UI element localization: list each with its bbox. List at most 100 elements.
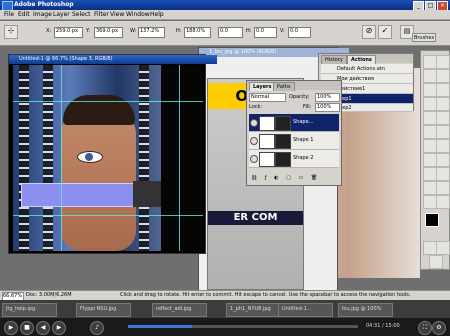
tab-paths[interactable]: Paths: [273, 82, 295, 91]
doc-size[interactable]: Doc: 3.00M/6.26M: [26, 292, 72, 298]
options-bar: ⊹ X: 259.0 px Y: 369.0 px W: 137.2% H: 1…: [0, 21, 450, 46]
menu-select[interactable]: Select: [72, 11, 91, 18]
quick-mask-on-icon[interactable]: [436, 241, 450, 255]
blur-tool-icon[interactable]: [423, 139, 437, 153]
layer-actions-icons[interactable]: ⛓ ƒ ◐ ▢ ▭ 🗑: [251, 175, 320, 181]
layer-name: Shape 2: [293, 155, 314, 161]
film-strip: [19, 65, 29, 251]
h-skew-input[interactable]: 0.0: [254, 27, 277, 38]
y-input[interactable]: 369.0 px: [94, 27, 123, 38]
menu-file[interactable]: File: [4, 11, 14, 18]
v-skew-input[interactable]: 0.0: [288, 27, 311, 38]
cancel-icon[interactable]: ⊘: [362, 25, 376, 39]
next-icon[interactable]: ▶: [52, 321, 66, 335]
guide-line[interactable]: [13, 215, 203, 216]
toolbox: [420, 50, 450, 270]
commit-check-icon[interactable]: ✓: [378, 25, 392, 39]
blend-mode-select[interactable]: Normal: [249, 93, 286, 102]
play-icon[interactable]: ▶: [4, 321, 18, 335]
settings-icon[interactable]: ⚙: [432, 321, 446, 335]
taskbar-item[interactable]: jtg_help.ipg: [2, 303, 57, 317]
gradient-tool-icon[interactable]: [436, 125, 450, 139]
seek-bar[interactable]: [128, 325, 358, 328]
layer-mask-thumbnail: [275, 152, 291, 167]
layer-row-selected[interactable]: Shape...: [249, 114, 339, 132]
action-item[interactable]: Default Actions.atn: [321, 64, 413, 74]
eye-icon[interactable]: [250, 119, 258, 127]
magic-wand-tool-icon[interactable]: [436, 69, 450, 83]
playback-time: 04:31 / 15:00: [366, 323, 400, 329]
layer-thumbnail: [259, 134, 275, 149]
tab-layers[interactable]: Layers: [249, 82, 276, 91]
eye-icon[interactable]: [250, 137, 258, 145]
fullscreen-icon[interactable]: ⛶: [418, 321, 432, 335]
pen-tool-icon[interactable]: [423, 167, 437, 181]
layers-panel: Layers Paths Normal Opacity: 100% Lock: …: [246, 80, 342, 186]
menu-image[interactable]: Image: [33, 11, 52, 18]
h-skew-label: H:: [246, 28, 252, 34]
x-input[interactable]: 259.0 px: [54, 27, 83, 38]
image-canvas[interactable]: [13, 65, 203, 251]
quick-mask-off-icon[interactable]: [423, 241, 437, 255]
menu-filter[interactable]: Filter: [94, 11, 109, 18]
volume-icon[interactable]: ♪: [90, 321, 104, 335]
transform-tool-icon[interactable]: ⊹: [4, 25, 18, 39]
document-window-untitled[interactable]: Untitled-1 @ 66.7% (Shape 3, RGB/8): [8, 54, 217, 254]
taskbar: jtg_help.ipg Flyppi NSU.jpg reflect_adl.…: [0, 300, 450, 318]
taskbar-item[interactable]: Flyppi NSU.jpg: [76, 303, 131, 317]
layer-row[interactable]: Shape 2: [249, 150, 339, 168]
stamp-tool-icon[interactable]: [423, 111, 437, 125]
menu-help[interactable]: Help: [150, 11, 164, 18]
path-select-icon[interactable]: [423, 153, 437, 167]
brush-tool-icon[interactable]: [436, 97, 450, 111]
y-label: Y:: [86, 28, 91, 34]
dodge-tool-icon[interactable]: [436, 139, 450, 153]
type-tool-icon[interactable]: [436, 153, 450, 167]
tab-actions[interactable]: Actions: [347, 55, 376, 64]
w-input[interactable]: 137.2%: [138, 27, 165, 38]
guide-line[interactable]: [179, 65, 180, 251]
marquee-tool-icon[interactable]: [436, 55, 450, 69]
crop-tool-icon[interactable]: [423, 83, 437, 97]
move-tool-icon[interactable]: [423, 55, 437, 69]
taskbar-item[interactable]: reflect_adl.jpg: [152, 303, 207, 317]
guide-line[interactable]: [13, 101, 203, 102]
menu-edit[interactable]: Edit: [18, 11, 30, 18]
shape-tool-icon[interactable]: [436, 167, 450, 181]
screen-mode-icon[interactable]: [429, 255, 443, 269]
opacity-input[interactable]: 100%: [315, 93, 340, 102]
taskbar-item[interactable]: 1_ph1_NYU8.jpg: [226, 303, 281, 317]
notes-tool-icon[interactable]: [423, 181, 437, 195]
menu-layer[interactable]: Layer: [53, 11, 70, 18]
shape-3-selection[interactable]: [21, 183, 135, 207]
h-input[interactable]: 188.0%: [184, 27, 211, 38]
taskbar-item[interactable]: lou.jpg @ 100%: [338, 303, 393, 317]
brushes-tab[interactable]: Brushes: [412, 33, 436, 42]
layer-name: Shape...: [293, 119, 314, 125]
layer-row[interactable]: Shape 1: [249, 132, 339, 150]
slice-tool-icon[interactable]: [436, 83, 450, 97]
eye-icon[interactable]: [250, 155, 258, 163]
menu-view[interactable]: View: [110, 11, 124, 18]
foreground-color-swatch[interactable]: [425, 213, 439, 227]
history-brush-icon[interactable]: [436, 111, 450, 125]
angle-input[interactable]: 0.0: [218, 27, 243, 38]
layer-mask-thumbnail: [275, 116, 291, 131]
menu-window[interactable]: Window: [126, 11, 150, 18]
zoom-tool-icon[interactable]: [436, 195, 450, 209]
fill-input[interactable]: 100%: [315, 103, 340, 112]
tab-history[interactable]: History: [321, 55, 347, 64]
previous-icon[interactable]: ◀: [36, 321, 50, 335]
stop-icon[interactable]: ■: [20, 321, 34, 335]
eyedropper-tool-icon[interactable]: [436, 181, 450, 195]
guide-line[interactable]: [61, 65, 62, 251]
healing-tool-icon[interactable]: [423, 97, 437, 111]
eraser-tool-icon[interactable]: [423, 125, 437, 139]
lasso-tool-icon[interactable]: [423, 69, 437, 83]
layer-thumbnail: [259, 116, 275, 131]
hand-tool-icon[interactable]: [423, 195, 437, 209]
h-label: H:: [176, 28, 182, 34]
taskbar-item[interactable]: Untitled-1...: [278, 303, 333, 317]
face-photo: [61, 105, 136, 251]
media-player-bar: ▶ ■ ◀ ▶ ♪ 04:31 / 15:00 ⛶ ⚙: [0, 318, 450, 336]
